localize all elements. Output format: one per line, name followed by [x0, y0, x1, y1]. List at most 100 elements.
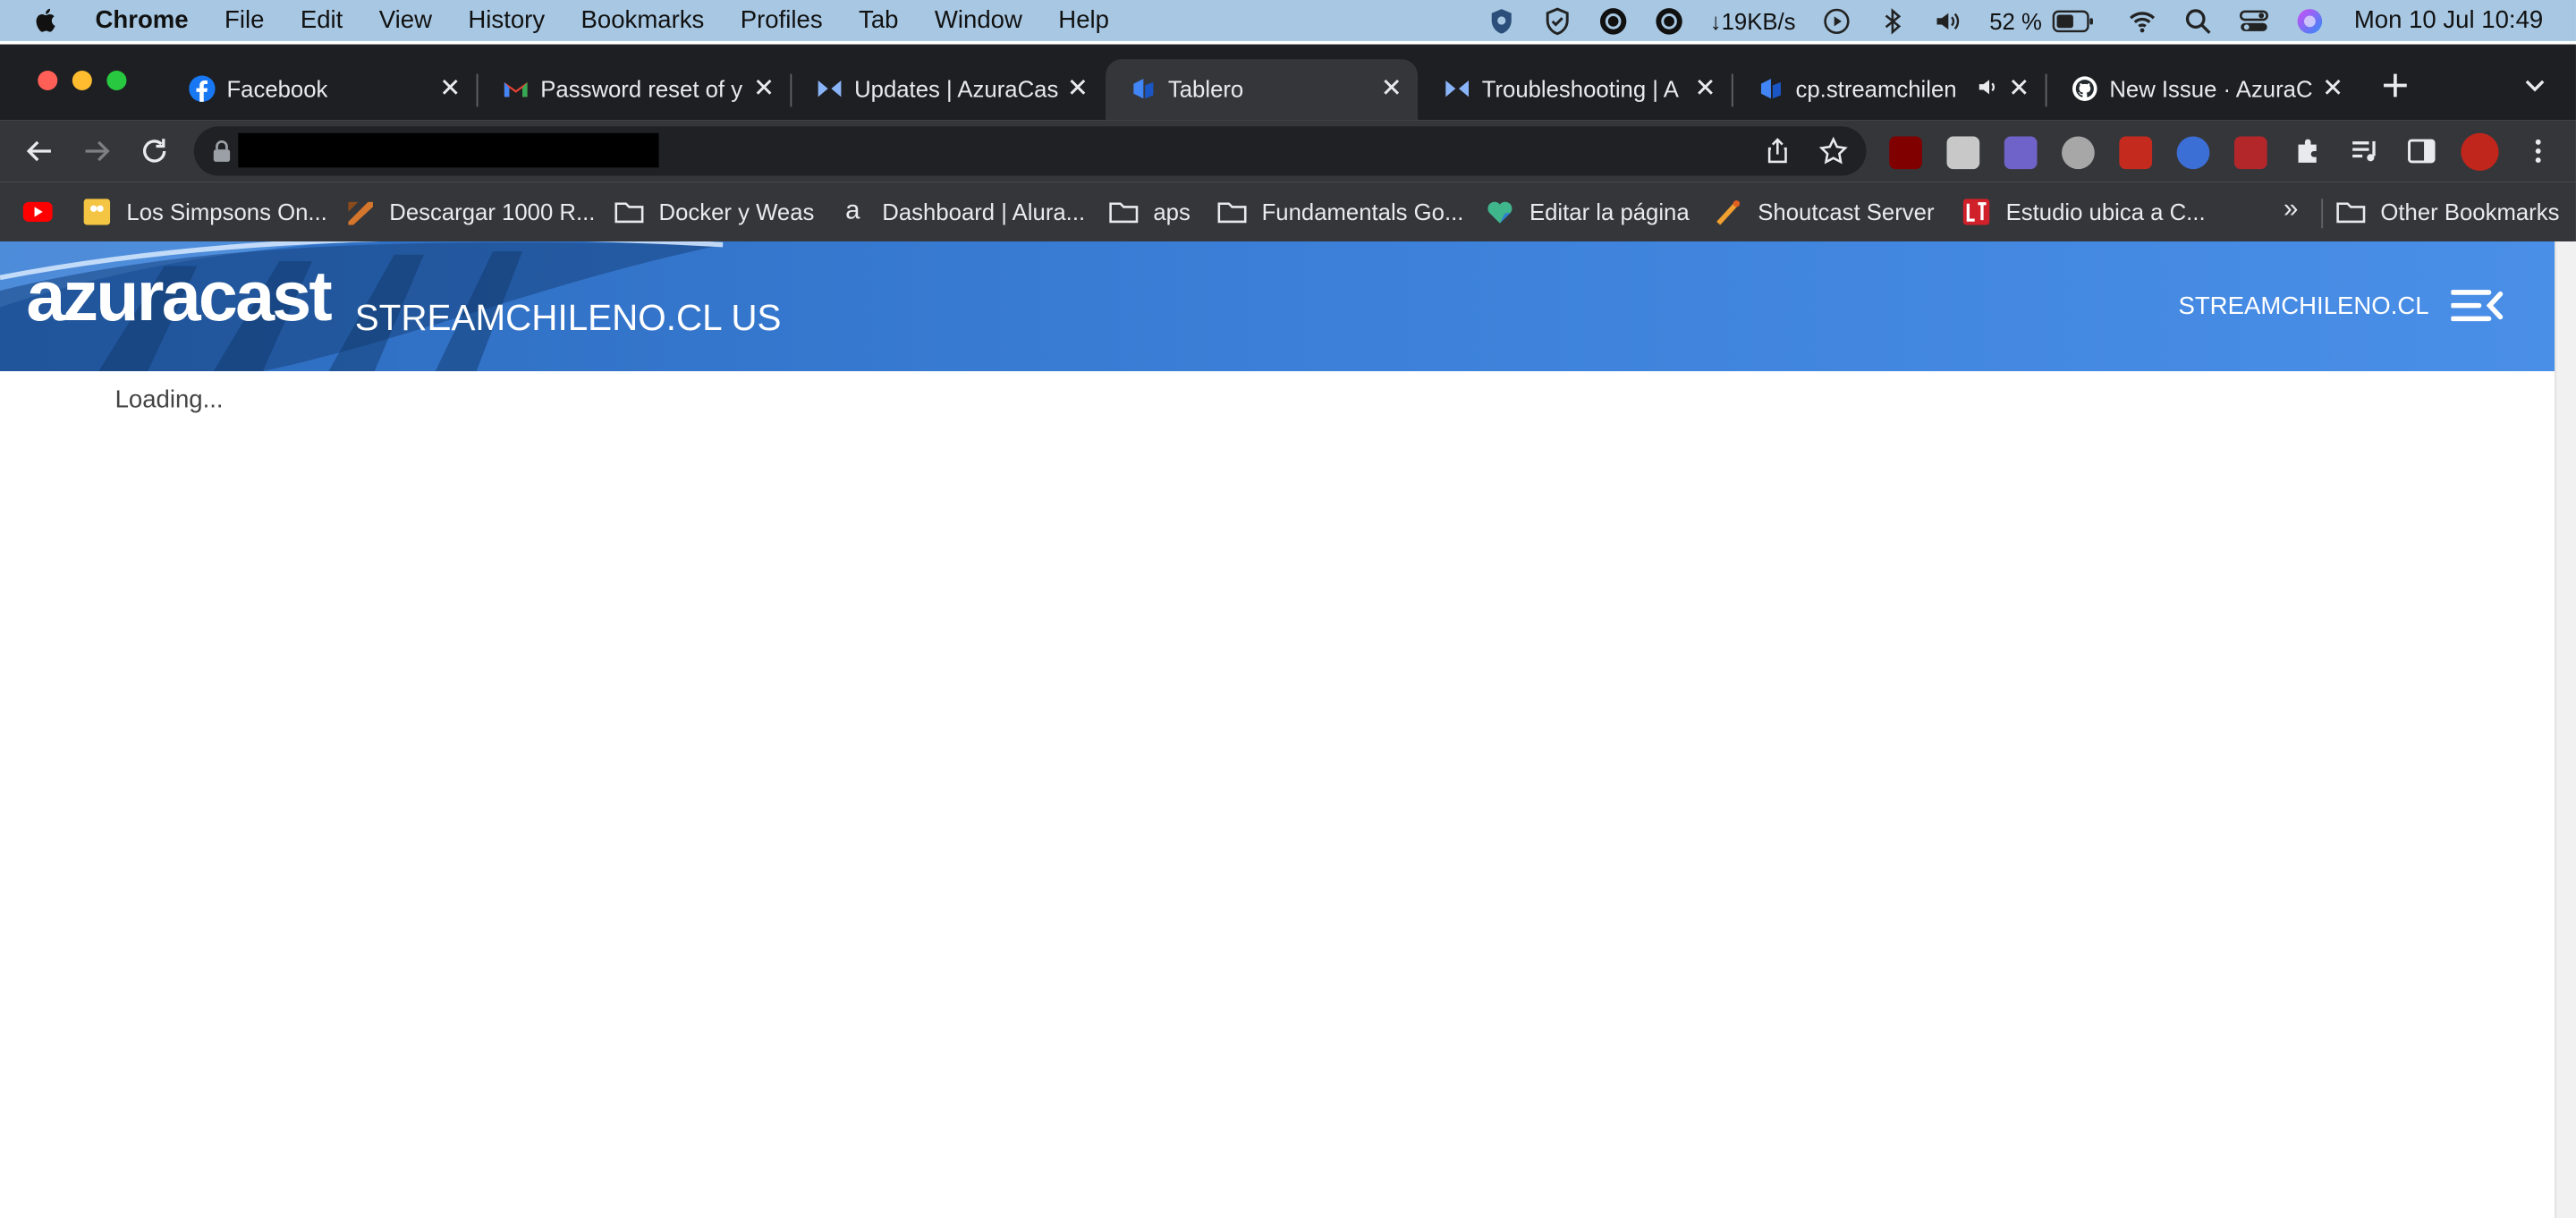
close-tab-icon[interactable]	[1064, 74, 1090, 100]
menu-edit[interactable]: Edit	[301, 6, 343, 34]
forward-arrow-icon[interactable]	[82, 136, 112, 165]
bookmark-folder-fundamentals[interactable]: Fundamentals Go...	[1217, 196, 1463, 229]
youtube-icon	[22, 201, 53, 222]
bookmarks-overflow-chevron[interactable]: »	[2284, 196, 2298, 225]
tab-title: Troubleshooting | A	[1481, 75, 1679, 102]
bluetooth-icon[interactable]	[1877, 5, 1907, 35]
tab-azuracast-updates[interactable]: Updates | AzuraCas	[792, 59, 1104, 120]
status-area: ↓19KB/s 52 % Mon 10 Jul 10:49	[1461, 0, 2576, 41]
bookmark-folder-docker[interactable]: Docker y Weas	[614, 196, 814, 229]
menu-bookmarks[interactable]: Bookmarks	[581, 6, 705, 34]
sync-app-icon[interactable]	[1654, 5, 1683, 35]
close-tab-icon[interactable]	[437, 74, 463, 100]
openai-icon[interactable]	[1598, 5, 1628, 35]
side-panel-icon[interactable]	[2407, 136, 2436, 165]
bookmark-los-simpsons[interactable]: Los Simpsons On...	[82, 196, 327, 229]
window-zoom-button[interactable]	[106, 70, 127, 91]
menu-window[interactable]: Window	[935, 6, 1022, 34]
shoutcast-icon	[1716, 200, 1741, 225]
tab-github-new-issue[interactable]: New Issue · AzuraC	[2047, 59, 2360, 120]
menu-help[interactable]: Help	[1058, 6, 1109, 34]
heart-icon	[1487, 201, 1513, 224]
bookmark-label: Docker y Weas	[658, 199, 815, 225]
window-minimize-button[interactable]	[72, 70, 92, 91]
extension-cookie-icon[interactable]	[2062, 136, 2095, 170]
back-arrow-icon[interactable]	[25, 136, 55, 165]
tab-facebook[interactable]: Facebook	[165, 59, 479, 120]
tab-search-chevron-icon[interactable]	[2523, 74, 2546, 97]
sidebar-toggle-icon[interactable]	[2451, 287, 2504, 323]
tab-cp-streamchileno[interactable]: cp.streamchilen	[1733, 59, 2047, 120]
profile-avatar[interactable]	[2461, 132, 2499, 172]
bookmarks-bar: Los Simpsons On... Descargar 1000 R... D…	[0, 182, 2576, 241]
bookmark-descargar[interactable]: Descargar 1000 R...	[345, 196, 596, 229]
volume-icon[interactable]	[1934, 5, 1963, 35]
macos-menubar: Chrome File Edit View History Bookmarks …	[0, 0, 2576, 41]
azuracast-logo[interactable]: azuracast	[26, 262, 332, 334]
close-tab-icon[interactable]	[2006, 74, 2032, 100]
browser-toolbar	[0, 120, 2576, 182]
close-tab-icon[interactable]	[1692, 74, 1718, 100]
reload-icon[interactable]	[140, 136, 169, 165]
bookmark-other-bookmarks[interactable]: Other Bookmarks	[2336, 196, 2560, 229]
bookmark-youtube[interactable]	[22, 196, 68, 229]
station-name: STREAMCHILENO.CL US	[354, 297, 782, 339]
bookmark-editar-pagina[interactable]: Editar la página	[1485, 196, 1690, 229]
share-icon[interactable]	[1763, 136, 1792, 165]
menu-profiles[interactable]: Profiles	[741, 6, 823, 34]
puzzle-extensions-icon[interactable]	[2293, 136, 2323, 165]
close-tab-icon[interactable]	[750, 74, 776, 100]
shield-check-icon[interactable]	[1542, 5, 1572, 35]
seo-icon[interactable]	[2233, 136, 2267, 170]
new-tab-plus-icon[interactable]	[2379, 69, 2412, 102]
apple-icon[interactable]	[31, 5, 61, 35]
bookmark-star-icon[interactable]	[1818, 136, 1848, 165]
menu-history[interactable]: History	[468, 6, 545, 34]
shield-icon[interactable]	[1487, 5, 1516, 35]
menubar-clock[interactable]: Mon 10 Jul 10:49	[2354, 6, 2543, 34]
acrobat-icon[interactable]	[2119, 136, 2153, 170]
menu-view[interactable]: View	[379, 6, 432, 34]
window-close-button[interactable]	[38, 70, 58, 91]
tab-azuracast-troubleshooting[interactable]: Troubleshooting | A	[1419, 59, 1733, 120]
tab-tablero[interactable]: Tablero	[1106, 59, 1419, 121]
siri-icon[interactable]	[2295, 5, 2325, 35]
tab-strip: Facebook Password reset of y Updates | A…	[0, 44, 2576, 121]
address-bar[interactable]	[193, 126, 1867, 176]
wifi-icon[interactable]	[2127, 5, 2157, 35]
extension-music-icon[interactable]	[2176, 136, 2210, 170]
bookmark-label: Dashboard | Alura...	[882, 199, 1086, 225]
ublock-origin-icon[interactable]	[1889, 136, 1922, 170]
bookmark-estudio-ubica[interactable]: Estudio ubica a C...	[1962, 196, 2206, 229]
bookmark-label: Estudio ubica a C...	[2005, 199, 2206, 225]
bookmark-shoutcast[interactable]: Shoutcast Server	[1714, 196, 1935, 229]
tab-gmail[interactable]: Password reset of y	[478, 59, 792, 120]
extension-ab-icon[interactable]	[2004, 136, 2038, 170]
media-queue-icon[interactable]	[2349, 136, 2378, 165]
play-icon[interactable]	[1822, 5, 1852, 35]
close-tab-icon[interactable]	[2319, 74, 2345, 100]
app-menu-chrome[interactable]: Chrome	[96, 6, 189, 34]
spotlight-search-icon[interactable]	[2183, 5, 2213, 35]
bookmark-label: Other Bookmarks	[2380, 199, 2560, 225]
kebab-menu-icon[interactable]	[2523, 136, 2553, 165]
menu-tab[interactable]: Tab	[859, 6, 898, 34]
bookmark-alura-dashboard[interactable]: a Dashboard | Alura...	[838, 196, 1085, 229]
station-dropdown-link[interactable]: STREAMCHILENO.CL	[2178, 294, 2428, 319]
bookmark-label: Descargar 1000 R...	[389, 199, 596, 225]
battery-icon[interactable]	[2052, 9, 2095, 32]
tab-title: Updates | AzuraCas	[854, 75, 1059, 102]
tab-audio-icon[interactable]	[1977, 75, 2000, 98]
extension-glasses-icon[interactable]	[1946, 136, 1980, 170]
page-scrollbar[interactable]	[2555, 241, 2576, 1218]
menu-file[interactable]: File	[225, 6, 264, 34]
gmail-icon	[504, 81, 528, 97]
lock-icon[interactable]	[212, 140, 232, 163]
tablero-icon	[1133, 79, 1154, 99]
control-center-icon[interactable]	[2239, 5, 2268, 35]
close-tab-icon[interactable]	[1378, 74, 1404, 100]
folder-icon	[1217, 202, 1247, 224]
facebook-icon	[189, 75, 216, 102]
bookmark-folder-aps[interactable]: aps	[1109, 196, 1191, 229]
folder-icon	[1109, 202, 1139, 224]
